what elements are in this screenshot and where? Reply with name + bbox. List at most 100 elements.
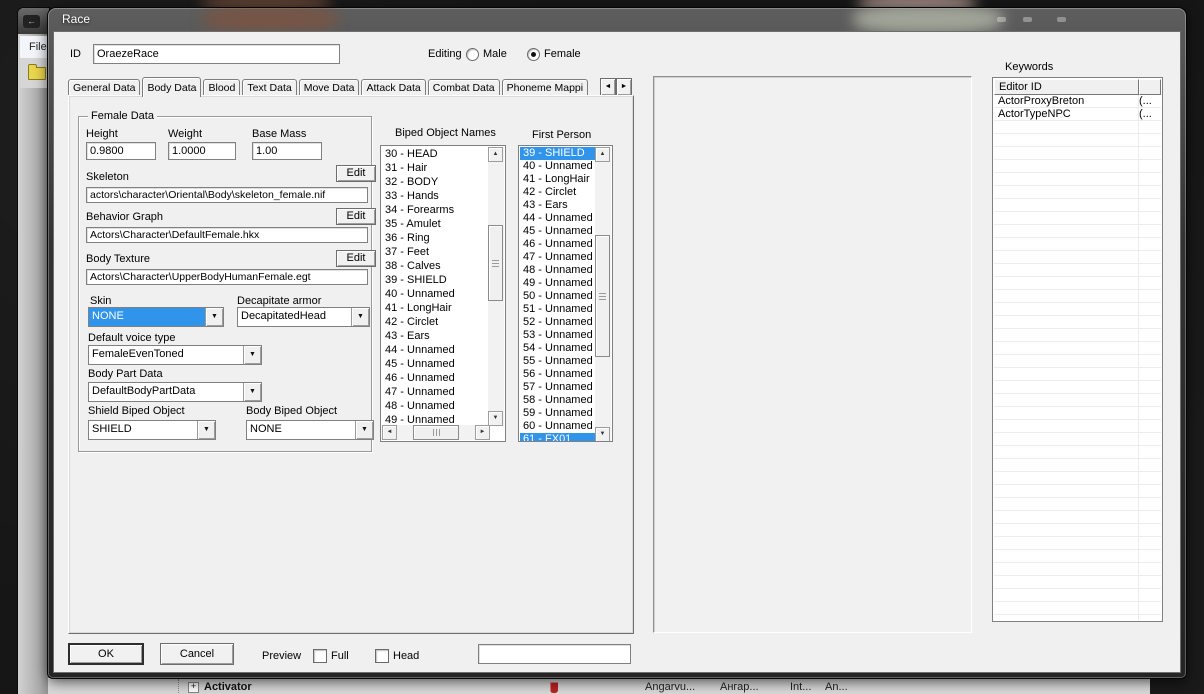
chevron-down-icon[interactable]: ▼ (197, 421, 215, 439)
base-mass-input[interactable] (252, 142, 322, 160)
list-item[interactable]: 44 - Unnamed (382, 343, 490, 357)
list-item[interactable]: 53 - Unnamed (520, 329, 597, 342)
behavior-path-field[interactable]: Actors\Character\DefaultFemale.hkx (86, 227, 368, 243)
list-item[interactable]: 48 - Unnamed (520, 264, 597, 277)
tree-item-activator[interactable]: Activator (204, 681, 252, 693)
ok-button[interactable]: OK (68, 643, 144, 665)
skin-combobox[interactable]: NONE ▼ (88, 307, 224, 327)
female-radio-label[interactable]: Female (544, 48, 581, 60)
list-item[interactable]: 40 - Unnamed (382, 287, 490, 301)
scroll-down-icon[interactable]: ▼ (595, 427, 610, 441)
body-texture-path-field[interactable]: Actors\Character\UpperBodyHumanFemale.eg… (86, 269, 368, 285)
tab-general-data[interactable]: General Data (68, 79, 141, 96)
keyword-row[interactable]: ActorProxyBreton (... (994, 95, 1161, 108)
tab-move-data[interactable]: Move Data (298, 79, 360, 96)
male-radio-label[interactable]: Male (483, 48, 507, 60)
close-button[interactable] (1057, 17, 1066, 22)
list-item[interactable]: 49 - Unnamed (520, 277, 597, 290)
scroll-left-icon[interactable]: ◄ (382, 425, 397, 440)
list-item[interactable]: 34 - Forearms (382, 203, 490, 217)
keyword-row[interactable]: ActorTypeNPC (... (994, 108, 1161, 121)
scroll-right-icon[interactable]: ► (475, 425, 490, 440)
list-item[interactable]: 58 - Unnamed (520, 394, 597, 407)
list-item[interactable]: 48 - Unnamed (382, 399, 490, 413)
tab-scroll-right-icon[interactable]: ► (616, 78, 632, 96)
extra-column-header[interactable] (1139, 79, 1161, 95)
vertical-scrollbar[interactable]: ▲ ▼ (595, 147, 611, 441)
height-input[interactable] (86, 142, 156, 160)
list-item[interactable]: 51 - Unnamed (520, 303, 597, 316)
vertical-scrollbar[interactable]: ▲ ▼ (488, 147, 504, 426)
tab-phoneme-mappi[interactable]: Phoneme Mappi (501, 79, 589, 96)
tab-combat-data[interactable]: Combat Data (427, 79, 500, 96)
list-item[interactable]: 60 - Unnamed (520, 420, 597, 433)
list-item[interactable]: 33 - Hands (382, 189, 490, 203)
decapitate-armor-combobox[interactable]: DecapitatedHead ▼ (237, 307, 370, 327)
full-checkbox-label[interactable]: Full (331, 650, 349, 662)
body-texture-edit-button[interactable]: Edit (336, 250, 376, 267)
list-item[interactable]: 38 - Calves (382, 259, 490, 273)
list-item[interactable]: 54 - Unnamed (520, 342, 597, 355)
preview-text-field[interactable] (478, 644, 631, 664)
tab-blood[interactable]: Blood (203, 79, 241, 96)
dialog-titlebar[interactable]: Race (48, 8, 1186, 32)
chevron-down-icon[interactable]: ▼ (243, 346, 261, 364)
skeleton-edit-button[interactable]: Edit (336, 165, 376, 182)
keywords-list[interactable]: Editor ID ActorProxyBreton (... ActorTypeN… (992, 77, 1163, 622)
folder-open-icon[interactable] (28, 64, 46, 80)
list-item[interactable]: 49 - Unnamed (382, 413, 490, 425)
weight-input[interactable] (168, 142, 236, 160)
list-item[interactable]: 46 - Unnamed (382, 371, 490, 385)
editor-id-column-header[interactable]: Editor ID (994, 79, 1139, 95)
tab-scroll-left-icon[interactable]: ◄ (600, 78, 616, 96)
voice-type-combobox[interactable]: FemaleEvenToned ▼ (88, 345, 262, 365)
skeleton-path-field[interactable]: actors\character\Oriental\Body\skeleton_… (86, 187, 368, 203)
scroll-down-icon[interactable]: ▼ (488, 411, 503, 426)
body-part-data-combobox[interactable]: DefaultBodyPartData ▼ (88, 382, 262, 402)
head-checkbox[interactable] (375, 649, 389, 663)
chevron-down-icon[interactable]: ▼ (205, 308, 223, 326)
female-radio[interactable] (527, 48, 540, 61)
list-item[interactable]: 40 - Unnamed (520, 160, 597, 173)
list-item[interactable]: 57 - Unnamed (520, 381, 597, 394)
list-item[interactable]: 39 - SHIELD (520, 147, 597, 160)
shield-biped-combobox[interactable]: SHIELD ▼ (88, 420, 216, 440)
id-input[interactable] (93, 44, 340, 64)
list-item[interactable]: 41 - LongHair (520, 173, 597, 186)
tab-attack-data[interactable]: Attack Data (361, 79, 426, 96)
tree-expand-icon[interactable]: + (188, 682, 199, 693)
list-item[interactable]: 50 - Unnamed (520, 290, 597, 303)
biped-object-names-list[interactable]: 30 - HEAD 31 - Hair 32 - BODY 33 - Hands 34 … (380, 145, 506, 442)
list-item[interactable]: 31 - Hair (382, 161, 490, 175)
list-item[interactable]: 39 - SHIELD (382, 273, 490, 287)
minimize-button[interactable] (997, 17, 1006, 22)
list-item[interactable]: 56 - Unnamed (520, 368, 597, 381)
scroll-up-icon[interactable]: ▲ (488, 147, 503, 162)
scrollbar-thumb[interactable] (488, 225, 503, 301)
list-item[interactable]: 35 - Amulet (382, 217, 490, 231)
behavior-edit-button[interactable]: Edit (336, 208, 376, 225)
scrollbar-thumb[interactable] (595, 235, 610, 357)
list-item[interactable]: 61 - FX01 (520, 433, 597, 441)
list-item[interactable]: 59 - Unnamed (520, 407, 597, 420)
list-item[interactable]: 55 - Unnamed (520, 355, 597, 368)
list-item[interactable]: 47 - Unnamed (520, 251, 597, 264)
list-item[interactable]: 44 - Unnamed (520, 212, 597, 225)
cancel-button[interactable]: Cancel (160, 643, 234, 665)
list-item[interactable]: 46 - Unnamed (520, 238, 597, 251)
full-checkbox[interactable] (313, 649, 327, 663)
tab-body-data[interactable]: Body Data (142, 77, 202, 97)
file-menu[interactable]: File (20, 36, 49, 58)
list-item[interactable]: 45 - Unnamed (382, 357, 490, 371)
horizontal-scrollbar[interactable]: ◄ ► (382, 425, 490, 440)
list-item[interactable]: 52 - Unnamed (520, 316, 597, 329)
scrollbar-thumb[interactable] (413, 425, 459, 440)
list-item[interactable]: 37 - Feet (382, 245, 490, 259)
list-item[interactable]: 42 - Circlet (382, 315, 490, 329)
first-person-list[interactable]: 39 - SHIELD 40 - Unnamed 41 - LongHair 42 -… (518, 145, 613, 442)
chevron-down-icon[interactable]: ▼ (351, 308, 369, 326)
list-item[interactable]: 30 - HEAD (382, 147, 490, 161)
list-item[interactable]: 41 - LongHair (382, 301, 490, 315)
list-item[interactable]: 42 - Circlet (520, 186, 597, 199)
list-item[interactable]: 32 - BODY (382, 175, 490, 189)
